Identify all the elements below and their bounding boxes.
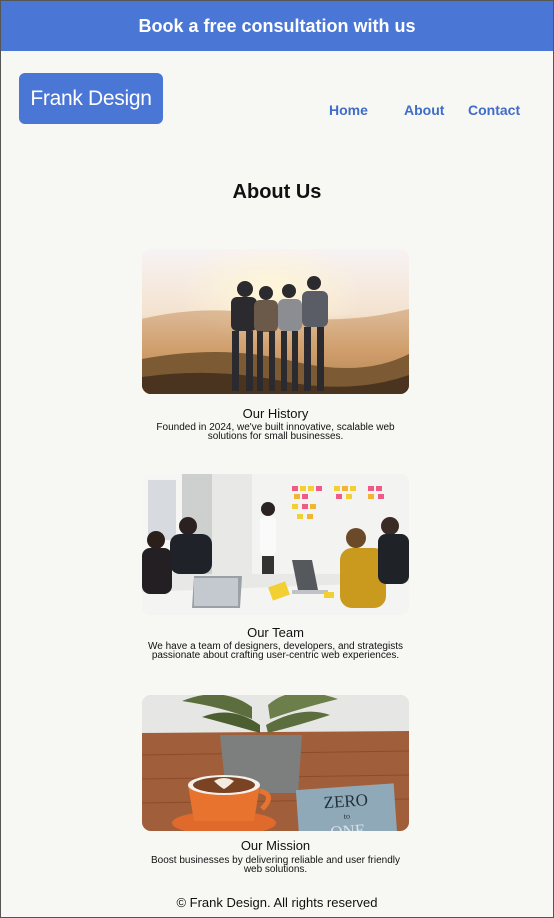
card-text-mission: Boost businesses by delivering reliable … bbox=[150, 855, 401, 875]
consultation-banner-link[interactable]: Book a free consultation with us bbox=[1, 1, 553, 51]
page-title: About Us bbox=[232, 181, 322, 203]
mission-image: ZERO to ONE bbox=[142, 695, 409, 831]
card-title-history: Our History bbox=[242, 406, 309, 421]
nav-link-about[interactable]: About bbox=[404, 102, 444, 118]
footer-copyright: © Frank Design. All rights reserved bbox=[176, 895, 378, 910]
history-image bbox=[142, 249, 409, 394]
card-title-mission: Our Mission bbox=[240, 838, 311, 853]
nav-link-home[interactable]: Home bbox=[329, 102, 368, 118]
book-title-line3: ONE bbox=[330, 820, 366, 831]
logo[interactable]: Frank Design bbox=[19, 73, 163, 124]
nav-link-contact[interactable]: Contact bbox=[468, 102, 520, 118]
card-text-history: Founded in 2024, we've built innovative,… bbox=[156, 422, 395, 442]
book-title-line2: to bbox=[343, 811, 350, 820]
team-image bbox=[142, 474, 409, 615]
card-text-team: We have a team of designers, developers,… bbox=[148, 641, 403, 661]
card-title-team: Our Team bbox=[247, 625, 304, 640]
book-title-line1: ZERO bbox=[323, 790, 369, 812]
